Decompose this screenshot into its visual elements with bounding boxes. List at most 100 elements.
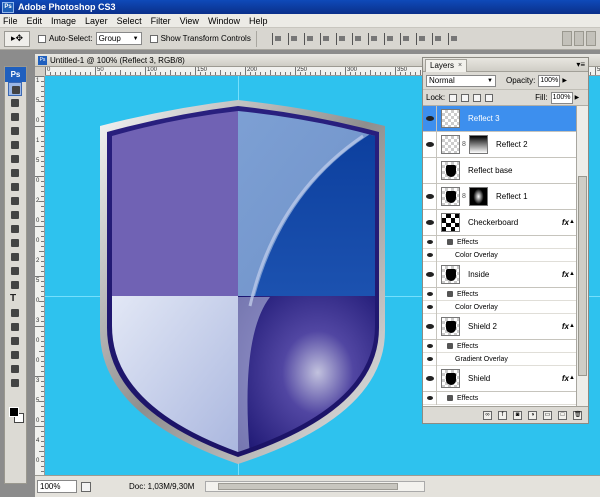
add-style-icon[interactable]: f [498,410,507,420]
eraser-tool[interactable] [8,222,22,236]
gradient-tool[interactable] [8,236,22,250]
hand-tool[interactable] [8,362,22,376]
menu-filter[interactable]: Filter [151,16,171,26]
auto-select-checkbox[interactable] [38,34,46,43]
history-brush-tool[interactable] [8,208,22,222]
menu-layer[interactable]: Layer [85,16,108,26]
show-transform-checkbox[interactable] [149,34,158,43]
link-chain-icon[interactable]: 8 [462,141,468,148]
menu-file[interactable]: File [3,16,18,26]
scroll-thumb[interactable] [218,483,398,490]
eyedropper-tool[interactable] [8,348,22,362]
distribute-top-icon[interactable] [367,32,379,45]
blur-tool[interactable] [8,250,22,264]
effects-collapse-icon[interactable]: ▲ [569,375,575,381]
distribute-left-icon[interactable] [415,32,427,45]
layer-thumbnail[interactable] [441,317,460,336]
effect-item[interactable]: Color Overlay [423,300,577,314]
menu-window[interactable]: Window [208,16,240,26]
move-tool[interactable] [8,82,22,96]
layer-mask-thumbnail[interactable] [469,187,488,206]
effect-item[interactable]: Gradient Overlay [423,352,577,366]
visibility-toggle[interactable] [423,183,437,210]
distribute-vcenter-icon[interactable] [383,32,395,45]
pen-tool[interactable] [8,278,22,292]
healing-tool[interactable] [8,166,22,180]
visibility-toggle[interactable] [423,313,437,340]
fx-icon[interactable]: fx [562,270,569,279]
new-layer-icon[interactable]: □ [558,410,567,420]
menu-view[interactable]: View [180,16,199,26]
opacity-field[interactable]: 100% [538,74,561,87]
effects-row[interactable]: Effects [423,391,577,405]
effects-collapse-icon[interactable]: ▲ [569,219,575,225]
fx-icon[interactable]: fx [562,218,569,227]
slice-tool[interactable] [8,152,22,166]
path-select-tool[interactable] [8,306,22,320]
tool-preset-picker[interactable]: ▸✥ [4,30,30,47]
align-bottom-icon[interactable] [303,32,315,45]
layer-mask-thumbnail[interactable] [469,135,488,154]
layer-row[interactable]: Shield fx ▲ [423,365,577,392]
magic-wand-tool[interactable] [8,124,22,138]
distribute-bottom-icon[interactable] [399,32,411,45]
visibility-toggle[interactable] [423,365,437,392]
auto-select-dropdown[interactable]: Group ▼ [95,32,142,45]
fx-icon[interactable]: fx [562,374,569,383]
layer-row[interactable]: Reflect base [423,157,577,184]
layer-row[interactable]: Reflect 3 [423,106,577,132]
link-chain-icon[interactable]: 8 [462,193,468,200]
layer-thumbnail[interactable] [441,265,460,284]
effect-visibility-toggle[interactable] [423,352,437,366]
visibility-toggle[interactable] [423,157,437,184]
effects-visibility-toggle[interactable] [423,235,437,249]
panel-tab-presets[interactable] [574,31,584,46]
add-mask-icon[interactable]: ◙ [513,410,522,420]
status-info-icon[interactable] [81,481,91,492]
lasso-tool[interactable] [8,110,22,124]
effect-item[interactable]: Color Overlay [423,248,577,262]
panel-menu-icon[interactable]: ▾≡ [576,60,585,69]
layer-thumbnail[interactable] [441,213,460,232]
panel-tab-brushes[interactable] [562,31,572,46]
fx-icon[interactable]: fx [562,322,569,331]
layer-thumbnail[interactable] [441,109,460,128]
effects-visibility-toggle[interactable] [423,391,437,405]
align-vcenter-icon[interactable] [287,32,299,45]
visibility-toggle[interactable] [423,209,437,236]
layer-row[interactable]: 8 Reflect 1 [423,183,577,210]
adjustment-layer-icon[interactable]: ◑ [528,410,537,420]
effects-visibility-toggle[interactable] [423,287,437,301]
tab-layers[interactable]: Layers × [425,59,468,72]
menu-select[interactable]: Select [117,16,142,26]
align-hcenter-icon[interactable] [335,32,347,45]
shape-tool[interactable] [8,320,22,334]
layer-row[interactable]: Shield 2 fx ▲ [423,313,577,340]
layer-row[interactable]: Checkerboard fx ▲ [423,209,577,236]
lock-position-icon[interactable] [473,93,482,102]
effects-row[interactable]: Effects [423,235,577,249]
menu-help[interactable]: Help [249,16,268,26]
opacity-arrow-icon[interactable]: ▶ [562,77,567,84]
effects-row[interactable]: Effects [423,339,577,353]
distribute-right-icon[interactable] [447,32,459,45]
zoom-field[interactable]: 100% [37,480,77,493]
crop-tool[interactable] [8,138,22,152]
layers-scrollbar[interactable] [576,106,588,406]
lock-all-icon[interactable] [485,93,494,102]
align-top-icon[interactable] [271,32,283,45]
menu-image[interactable]: Image [51,16,76,26]
effects-collapse-icon[interactable]: ▲ [569,323,575,329]
fill-field[interactable]: 100% [550,91,573,104]
horizontal-scrollbar[interactable] [205,481,425,492]
dodge-tool[interactable] [8,264,22,278]
trash-icon[interactable]: 🗑 [573,410,582,420]
link-layers-icon[interactable]: ∞ [483,410,492,420]
close-icon[interactable]: × [458,60,462,72]
panel-tab-comps[interactable] [586,31,596,46]
effect-visibility-toggle[interactable] [423,300,437,314]
layer-thumbnail[interactable] [441,369,460,388]
menu-edit[interactable]: Edit [27,16,43,26]
effects-row[interactable]: Effects [423,287,577,301]
layer-thumbnail[interactable] [441,161,460,180]
